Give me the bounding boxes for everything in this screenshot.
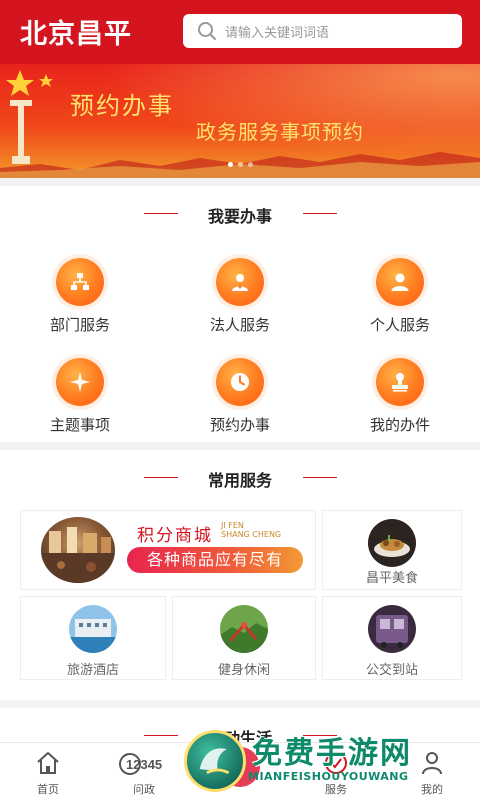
bus-image xyxy=(368,605,416,653)
service-legal-person[interactable]: 法人服务 xyxy=(160,258,320,348)
mall-interior-image xyxy=(41,527,115,583)
section-title: 我要办事 xyxy=(207,207,272,226)
hotline-12345-icon: 12345 xyxy=(119,753,162,775)
app-header: 北京昌平 请输入关键词词语 xyxy=(0,0,480,64)
icon-circle xyxy=(216,258,264,306)
search-box[interactable]: 请输入关键词词语 xyxy=(183,14,462,48)
clock-icon xyxy=(231,373,249,391)
hotel-photo xyxy=(69,605,117,653)
hotel-image xyxy=(69,605,117,653)
carousel-dot[interactable] xyxy=(238,162,243,167)
nav-home[interactable]: 首页 xyxy=(0,743,96,800)
service-appointment[interactable]: 预约办事 xyxy=(160,358,320,448)
tile-label: 公交到站 xyxy=(365,663,418,678)
mall-pinyin-line: JI FEN xyxy=(221,521,244,530)
person-icon xyxy=(391,273,409,291)
mall-slogan-pill: 各种商品应有尽有 xyxy=(127,547,303,573)
center-icon xyxy=(220,747,260,787)
service-theme[interactable]: 主题事项 xyxy=(0,358,160,448)
home-icon xyxy=(37,752,59,774)
nav-label: 问政 xyxy=(133,783,155,796)
title-divider-right xyxy=(303,735,337,736)
food-image xyxy=(368,519,416,567)
mall-pinyin-line: SHANG CHENG xyxy=(221,530,282,539)
tile-changping-food[interactable]: 昌平美食 xyxy=(322,510,462,590)
title-divider-right xyxy=(303,213,337,214)
handle-affairs-section: 我要办事 部门服务 法人服务 个人服务 主题事项 预约办事 我的办件 xyxy=(0,186,480,442)
service-label: 法人服务 xyxy=(209,316,270,334)
banner-carousel[interactable]: 预约办事 政务服务事项预约 xyxy=(0,64,480,178)
icon-circle xyxy=(56,258,104,306)
mall-pinyin: JI FEN SHANG CHENG xyxy=(221,521,281,539)
points-mall-card[interactable]: 积分商城 JI FEN SHANG CHENG 各种商品应有尽有 xyxy=(20,510,316,590)
bus-photo xyxy=(368,605,416,653)
search-placeholder[interactable]: 请输入关键词词语 xyxy=(225,22,329,41)
nav-service[interactable]: 服务 xyxy=(288,743,384,800)
mall-photo xyxy=(41,517,115,583)
fitness-image xyxy=(220,605,268,653)
stamp-icon xyxy=(392,373,408,392)
icon-circle xyxy=(376,358,424,406)
profile-icon xyxy=(422,752,442,775)
service-department[interactable]: 部门服务 xyxy=(0,258,160,348)
bottom-nav: 首页 12345 问政 服务 我的 xyxy=(0,742,480,800)
tile-fitness-leisure[interactable]: 健身休闲 xyxy=(172,596,316,680)
section-title: 常用服务 xyxy=(207,471,272,490)
nav-label: 我的 xyxy=(421,783,443,796)
service-label: 部门服务 xyxy=(49,316,110,334)
search-icon xyxy=(198,22,216,40)
common-services-section: 常用服务 积分商城 JI FEN SHANG CHENG 各种商品应有尽有 昌平… xyxy=(0,450,480,700)
tile-bus-arrival[interactable]: 公交到站 xyxy=(322,596,462,680)
mall-title: 积分商城 xyxy=(137,526,213,546)
banner-title: 预约办事 xyxy=(70,92,174,120)
service-label: 预约办事 xyxy=(209,416,270,434)
service-personal[interactable]: 个人服务 xyxy=(320,258,480,348)
icon-circle xyxy=(376,258,424,306)
legal-person-icon xyxy=(232,274,248,291)
service-my-cases[interactable]: 我的办件 xyxy=(320,358,480,448)
food-photo xyxy=(368,519,416,567)
tile-label: 健身休闲 xyxy=(217,663,270,678)
carousel-dot[interactable] xyxy=(248,162,253,167)
service-icon xyxy=(325,752,347,774)
title-divider-right xyxy=(303,477,337,478)
service-label: 个人服务 xyxy=(369,316,430,334)
service-label: 主题事项 xyxy=(49,416,110,434)
app-logo[interactable]: 北京昌平 xyxy=(20,12,132,51)
nav-politics[interactable]: 12345 问政 xyxy=(96,743,192,800)
nav-mine[interactable]: 我的 xyxy=(384,743,480,800)
nav-label: 服务 xyxy=(325,783,347,796)
carousel-indicator[interactable] xyxy=(228,162,253,167)
fitness-photo xyxy=(220,605,268,653)
icon-circle xyxy=(216,358,264,406)
nav-center[interactable] xyxy=(192,743,288,800)
service-label: 我的办件 xyxy=(369,416,430,434)
nav-label: 首页 xyxy=(37,783,59,796)
tile-label: 旅游酒店 xyxy=(66,663,119,678)
theme-icon xyxy=(70,372,90,392)
banner-subtitle: 政务服务事项预约 xyxy=(196,120,364,144)
hotline-number: 12345 xyxy=(126,757,162,772)
icon-circle xyxy=(56,358,104,406)
department-icon xyxy=(71,273,89,290)
carousel-dot[interactable] xyxy=(228,162,233,167)
tile-travel-hotel[interactable]: 旅游酒店 xyxy=(20,596,166,680)
tile-label: 昌平美食 xyxy=(365,571,418,586)
